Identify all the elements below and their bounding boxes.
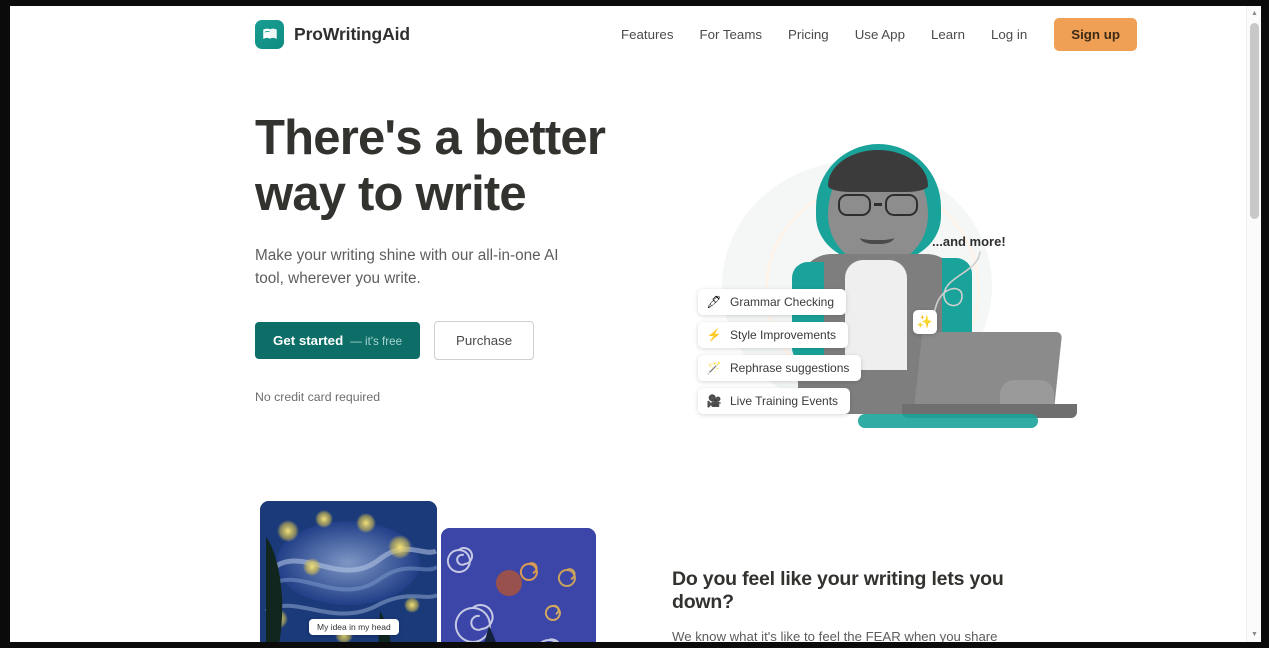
hero-actions: Get started — it's free Purchase [255, 321, 655, 360]
scroll-up-arrow[interactable]: ▲ [1247, 6, 1261, 21]
callout-squiggle-line [930, 251, 981, 329]
hero-subheading: Make your writing shine with our all-in-… [255, 247, 559, 287]
glasses-icon [836, 194, 920, 216]
brand-name: ProWritingAid [294, 23, 411, 44]
section-two-body: We know what it's like to feel the FEAR … [672, 629, 998, 642]
no-credit-card-note: No credit card required [255, 390, 381, 404]
magic-wand-icon: 🪄 [706, 361, 722, 375]
scrollbar-thumb[interactable] [1250, 23, 1259, 219]
hero-section: There's a better way to write Make your … [10, 62, 1246, 452]
sign-up-button[interactable]: Sign up [1054, 17, 1137, 51]
page-viewport: ProWritingAid Features For Teams Pricing… [10, 6, 1261, 642]
get-started-note: — it's free [350, 335, 403, 348]
nav-item-log-in[interactable]: Log in [978, 27, 1040, 42]
feature-chip-list: 🖋 Grammar Checking ⚡ Style Improvements … [698, 289, 948, 421]
art-comparison: My idea in my head [255, 501, 605, 642]
feature-chip-label: Live Training Events [730, 394, 839, 408]
nav-item-features[interactable]: Features [608, 27, 686, 42]
and-more-callout: ...and more! [932, 234, 1006, 249]
writing-lets-you-down-section: My idea in my head Do you feel like your… [10, 452, 1246, 642]
browser-window: ProWritingAid Features For Teams Pricing… [0, 0, 1269, 648]
feather-pen-icon: 🖋 [706, 295, 722, 309]
brand-logo-link[interactable]: ProWritingAid [255, 19, 411, 49]
web-page: ProWritingAid Features For Teams Pricing… [10, 6, 1246, 642]
hero-illustration: 🖋 Grammar Checking ⚡ Style Improvements … [670, 117, 1077, 437]
get-started-label: Get started [273, 333, 344, 348]
idea-caption: My idea in my head [309, 619, 399, 635]
hero-heading: There's a better way to write [255, 111, 606, 221]
nav-item-for-teams[interactable]: For Teams [686, 27, 775, 42]
primary-nav: Features For Teams Pricing Use App Learn… [608, 17, 1137, 51]
purchase-button[interactable]: Purchase [434, 321, 535, 360]
glasses-bridge [874, 203, 882, 206]
feature-chip-label: Style Improvements [730, 328, 837, 342]
site-header: ProWritingAid Features For Teams Pricing… [10, 6, 1246, 62]
get-started-button[interactable]: Get started — it's free [255, 322, 421, 359]
section-two-copy: Do you feel like your writing lets you d… [672, 568, 1032, 642]
nav-item-use-app[interactable]: Use App [842, 27, 918, 42]
feature-chip-style: ⚡ Style Improvements [698, 322, 849, 348]
nav-item-pricing[interactable]: Pricing [775, 27, 842, 42]
glasses-right-lens [885, 194, 918, 216]
book-logo-icon [255, 19, 284, 49]
section-two-heading: Do you feel like your writing lets you d… [672, 568, 1004, 613]
hero-copy: There's a better way to write Make your … [255, 110, 655, 404]
feature-chip-grammar: 🖋 Grammar Checking [698, 289, 847, 315]
doodle-drawing [441, 528, 596, 642]
feature-chip-live-training: 🎥 Live Training Events [698, 388, 851, 414]
feature-chip-label: Grammar Checking [730, 295, 835, 309]
sparkles-icon: ✨ [913, 310, 937, 334]
feature-chip-rephrase: 🪄 Rephrase suggestions [698, 355, 862, 381]
vertical-scrollbar[interactable]: ▲ ▼ [1246, 6, 1261, 642]
nav-item-learn[interactable]: Learn [918, 27, 978, 42]
feature-chip-label: Rephrase suggestions [730, 361, 850, 375]
glasses-left-lens [838, 194, 871, 216]
scroll-down-arrow[interactable]: ▼ [1247, 627, 1261, 642]
person-smile [860, 228, 894, 244]
movie-camera-icon: 🎥 [706, 394, 722, 408]
lightning-bolt-icon: ⚡ [706, 328, 722, 342]
